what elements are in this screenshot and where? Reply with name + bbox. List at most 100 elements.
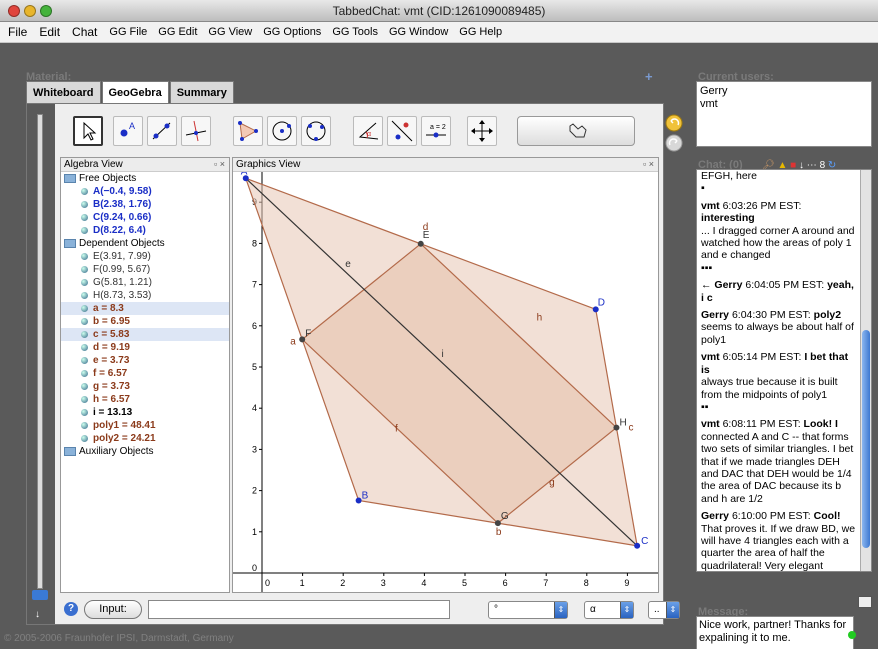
algebra-item[interactable]: f = 6.57 bbox=[61, 367, 229, 380]
send-icon[interactable] bbox=[858, 596, 872, 608]
menu-gg-options[interactable]: GG Options bbox=[263, 26, 332, 38]
visibility-dot-icon[interactable] bbox=[81, 370, 88, 377]
algebra-item[interactable]: poly1 = 48.41 bbox=[61, 419, 229, 432]
algebra-item[interactable]: b = 6.95 bbox=[61, 315, 229, 328]
angle-tool-icon[interactable]: α bbox=[353, 116, 383, 146]
visibility-dot-icon[interactable] bbox=[81, 331, 88, 338]
minimize-window-icon[interactable] bbox=[24, 5, 36, 17]
algebra-item[interactable]: d = 9.19 bbox=[61, 341, 229, 354]
algebra-item[interactable]: C(9.24, 0.66) bbox=[61, 211, 229, 224]
take-control-button[interactable] bbox=[517, 116, 635, 146]
dependent-objects-folder[interactable]: Dependent Objects bbox=[61, 237, 229, 250]
combo-arrow-icon[interactable]: ⇕ bbox=[554, 602, 567, 618]
redo-icon[interactable] bbox=[665, 134, 683, 152]
algebra-item-text: a = 8.3 bbox=[93, 303, 124, 314]
visibility-dot-icon[interactable] bbox=[81, 396, 88, 403]
geometry-canvas[interactable]: 12345678901234567890abcdefghiABCDEFGH bbox=[233, 166, 658, 592]
menu-chat[interactable]: Chat bbox=[72, 25, 109, 39]
chat-reference-marker[interactable]: ▪▪▪ bbox=[701, 262, 712, 274]
visibility-dot-icon[interactable] bbox=[81, 201, 88, 208]
algebra-item[interactable]: h = 6.57 bbox=[61, 393, 229, 406]
user-item[interactable]: Gerry bbox=[700, 85, 868, 98]
input-label-button[interactable]: Input: bbox=[84, 600, 142, 619]
chat-reference-marker[interactable]: ▪▪ bbox=[701, 401, 708, 413]
zoom-window-icon[interactable] bbox=[40, 5, 52, 17]
algebra-item[interactable]: e = 3.73 bbox=[61, 354, 229, 367]
combo-arrow-icon[interactable]: ⇕ bbox=[620, 602, 633, 618]
view-controls-icon[interactable]: ▫ × bbox=[214, 158, 225, 171]
visibility-dot-icon[interactable] bbox=[81, 344, 88, 351]
algebra-item[interactable]: G(5.81, 1.21) bbox=[61, 276, 229, 289]
visibility-dot-icon[interactable] bbox=[81, 435, 88, 442]
chat-reference-marker[interactable]: ▪ bbox=[701, 182, 705, 194]
visibility-dot-icon[interactable] bbox=[81, 383, 88, 390]
user-item[interactable]: vmt bbox=[700, 98, 868, 111]
menu-file[interactable]: File bbox=[4, 25, 39, 39]
visibility-dot-icon[interactable] bbox=[81, 214, 88, 221]
greek-combo[interactable]: α ⇕ bbox=[584, 601, 634, 619]
menu-gg-help[interactable]: GG Help bbox=[459, 26, 513, 38]
algebra-item[interactable]: g = 3.73 bbox=[61, 380, 229, 393]
algebra-item[interactable]: E(3.91, 7.99) bbox=[61, 250, 229, 263]
view-controls-icon[interactable]: ▫ × bbox=[643, 158, 654, 171]
visibility-dot-icon[interactable] bbox=[81, 279, 88, 286]
command-combo[interactable]: .. ⇕ bbox=[648, 601, 680, 619]
algebra-item[interactable]: a = 8.3 bbox=[61, 302, 229, 315]
menu-gg-tools[interactable]: GG Tools bbox=[332, 26, 389, 38]
history-slider[interactable] bbox=[37, 114, 43, 589]
line-tool-icon[interactable] bbox=[147, 116, 177, 146]
auxiliary-objects-folder[interactable]: Auxiliary Objects bbox=[61, 445, 229, 458]
menu-gg-file[interactable]: GG File bbox=[109, 26, 158, 38]
algebra-item-text: g = 3.73 bbox=[93, 381, 130, 392]
perpendicular-tool-icon[interactable] bbox=[181, 116, 211, 146]
close-window-icon[interactable] bbox=[8, 5, 20, 17]
visibility-dot-icon[interactable] bbox=[81, 305, 88, 312]
point-c[interactable] bbox=[634, 542, 641, 549]
chat-scroll-thumb[interactable] bbox=[862, 330, 870, 548]
algebra-item[interactable]: H(8.73, 3.53) bbox=[61, 289, 229, 302]
add-tab-icon[interactable]: + bbox=[645, 69, 653, 84]
visibility-dot-icon[interactable] bbox=[81, 422, 88, 429]
tab-whiteboard[interactable]: Whiteboard bbox=[26, 81, 101, 105]
circle-tool-icon[interactable] bbox=[267, 116, 297, 146]
circle-three-points-icon[interactable] bbox=[301, 116, 331, 146]
algebra-item[interactable]: A(−0.4, 9.58) bbox=[61, 185, 229, 198]
algebra-item[interactable]: c = 5.83 bbox=[61, 328, 229, 341]
history-slider-thumb[interactable] bbox=[32, 590, 48, 600]
move-graphics-icon[interactable] bbox=[467, 116, 497, 146]
visibility-dot-icon[interactable] bbox=[81, 266, 88, 273]
arrow-down-icon[interactable]: ↓ bbox=[35, 609, 40, 620]
point-e[interactable] bbox=[417, 240, 424, 247]
visibility-dot-icon[interactable] bbox=[81, 253, 88, 260]
symbol-combo[interactable]: ° ⇕ bbox=[488, 601, 568, 619]
free-objects-folder[interactable]: Free Objects bbox=[61, 172, 229, 185]
undo-icon[interactable] bbox=[665, 114, 683, 132]
pointer-tool-icon[interactable] bbox=[73, 116, 103, 146]
menu-gg-window[interactable]: GG Window bbox=[389, 26, 459, 38]
algebra-item[interactable]: poly2 = 24.21 bbox=[61, 432, 229, 445]
visibility-dot-icon[interactable] bbox=[81, 318, 88, 325]
visibility-dot-icon[interactable] bbox=[81, 188, 88, 195]
polygon-tool-icon[interactable] bbox=[233, 116, 263, 146]
algebra-item[interactable]: D(8.22, 6.4) bbox=[61, 224, 229, 237]
visibility-dot-icon[interactable] bbox=[81, 409, 88, 416]
visibility-dot-icon[interactable] bbox=[81, 357, 88, 364]
message-input[interactable]: Nice work, partner! Thanks for expalinin… bbox=[696, 616, 854, 649]
help-icon[interactable]: ? bbox=[64, 602, 78, 616]
visibility-dot-icon[interactable] bbox=[81, 292, 88, 299]
algebra-item[interactable]: i = 13.13 bbox=[61, 406, 229, 419]
menu-gg-edit[interactable]: GG Edit bbox=[158, 26, 208, 38]
chat-scrollbar[interactable] bbox=[860, 170, 871, 571]
menu-edit[interactable]: Edit bbox=[39, 25, 72, 39]
menu-gg-view[interactable]: GG View bbox=[208, 26, 263, 38]
point-tool-icon[interactable]: A bbox=[113, 116, 143, 146]
combo-arrow-icon[interactable]: ⇕ bbox=[666, 602, 679, 618]
slider-tool-icon[interactable]: a = 2 bbox=[421, 116, 451, 146]
tab-geogebra[interactable]: GeoGebra bbox=[101, 81, 169, 105]
algebra-item[interactable]: B(2.38, 1.76) bbox=[61, 198, 229, 211]
algebra-item[interactable]: F(0.99, 5.67) bbox=[61, 263, 229, 276]
tab-summary[interactable]: Summary bbox=[169, 81, 234, 105]
reflect-tool-icon[interactable] bbox=[387, 116, 417, 146]
input-field[interactable] bbox=[148, 600, 450, 619]
visibility-dot-icon[interactable] bbox=[81, 227, 88, 234]
